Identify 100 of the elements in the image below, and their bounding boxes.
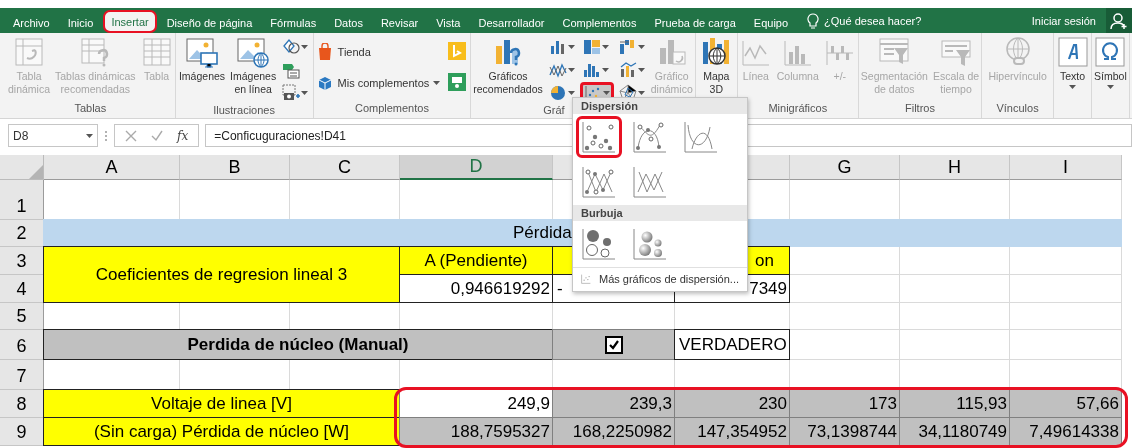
check-icon bbox=[151, 129, 163, 142]
column-header[interactable]: A bbox=[44, 155, 180, 180]
caret-icon bbox=[1069, 85, 1077, 89]
caret-icon bbox=[1106, 85, 1114, 89]
table-icon bbox=[140, 36, 173, 68]
table-cell: (Sin carga) Pérdida de núcleo [W] bbox=[43, 417, 400, 446]
ribbon-tab[interactable]: Revisar bbox=[372, 10, 427, 33]
row-header[interactable]: 8 bbox=[0, 390, 44, 418]
caret-icon bbox=[601, 45, 609, 49]
group-label: Tablas bbox=[74, 102, 107, 116]
row-header[interactable]: 4 bbox=[0, 275, 44, 303]
caret-icon bbox=[601, 68, 609, 72]
row-header[interactable]: 5 bbox=[0, 303, 44, 330]
ribbon-tab[interactable]: Insertar bbox=[103, 10, 157, 33]
row-header[interactable]: 2 bbox=[0, 220, 44, 247]
pie-chart-icon bbox=[548, 84, 567, 102]
group-label: Complementos bbox=[354, 102, 429, 116]
grip-icon bbox=[104, 128, 108, 143]
picture-icon bbox=[185, 36, 219, 68]
table-cell: 168,2250982 bbox=[552, 417, 675, 446]
scatter-markers-icon bbox=[580, 119, 618, 155]
row-header[interactable]: 6 bbox=[0, 330, 44, 360]
column-header[interactable]: G bbox=[790, 155, 900, 180]
group-label: Vínculos bbox=[996, 102, 1039, 116]
caret-icon bbox=[567, 45, 575, 49]
ribbon-button[interactable]: Imágenes en línea bbox=[228, 36, 279, 96]
row-header[interactable]: 9 bbox=[0, 418, 44, 446]
ribbon-button[interactable]: Mis complementos bbox=[313, 71, 443, 95]
person-add-icon bbox=[1110, 11, 1128, 30]
table-cell: 34,1180749 bbox=[899, 417, 1010, 446]
ribbon-button[interactable]: Símbol bbox=[1092, 36, 1129, 89]
ribbon-tab[interactable]: Desarrollador bbox=[470, 10, 553, 33]
bubble-icon bbox=[580, 226, 618, 262]
insert-function-button[interactable]: fx bbox=[177, 128, 189, 143]
column-header[interactable]: D bbox=[400, 155, 553, 180]
caret-icon bbox=[637, 68, 645, 72]
checkmark-icon bbox=[608, 339, 619, 350]
symbol-icon bbox=[1094, 36, 1127, 68]
hierarchy-chart-icon bbox=[582, 38, 601, 56]
ribbon-tab[interactable]: Fórmulas bbox=[262, 10, 325, 33]
bubble-3d-icon bbox=[631, 226, 669, 262]
lightbulb-icon bbox=[807, 12, 820, 29]
column-header[interactable]: B bbox=[180, 155, 290, 180]
smartart-icon bbox=[282, 61, 301, 79]
more-charts-link[interactable]: Más gráficos de dispersión... bbox=[573, 267, 747, 291]
histogram-icon bbox=[582, 61, 601, 79]
sign-in-link[interactable]: Iniciar sesión bbox=[1021, 8, 1106, 33]
pivot-table-icon bbox=[13, 36, 45, 68]
name-box[interactable]: D8 bbox=[8, 124, 98, 147]
picture-globe-icon bbox=[236, 36, 271, 68]
caret-icon bbox=[637, 45, 645, 49]
column-header[interactable]: C bbox=[290, 155, 400, 180]
caret-icon bbox=[301, 45, 309, 49]
straight-lines-icon bbox=[631, 164, 669, 200]
checkbox[interactable] bbox=[604, 335, 623, 354]
ribbon-tab[interactable]: Vista bbox=[428, 10, 469, 33]
group-label: Gráf bbox=[543, 104, 565, 118]
caret-icon bbox=[86, 133, 93, 138]
ribbon-button[interactable]: Imágenes bbox=[176, 36, 228, 83]
ribbon-tab[interactable]: Diseño de página bbox=[158, 10, 261, 33]
tell-me-field[interactable]: ¿Qué desea hacer? bbox=[824, 14, 922, 27]
caret-icon bbox=[301, 91, 309, 95]
row-header[interactable]: 7 bbox=[0, 360, 44, 390]
section-header: Dispersión bbox=[573, 98, 747, 114]
ribbon-tab[interactable]: Complementos bbox=[554, 10, 645, 33]
column-header[interactable]: I bbox=[1010, 155, 1122, 180]
waterfall-chart-icon bbox=[618, 38, 637, 56]
ribbon-tab[interactable]: Inicio bbox=[59, 10, 102, 33]
caret-icon bbox=[433, 81, 441, 85]
table-cell: Coeficientes de regresion lineal 3 bbox=[43, 246, 400, 303]
people-graph-icon bbox=[447, 72, 468, 92]
ribbon-tab[interactable]: Datos bbox=[326, 10, 371, 33]
smooth-lines-icon bbox=[682, 119, 720, 155]
table-cell: VERDADERO bbox=[674, 329, 790, 360]
column-header[interactable]: H bbox=[900, 155, 1010, 180]
combo-chart-icon bbox=[618, 61, 637, 79]
line-chart-icon bbox=[548, 61, 567, 79]
caret-icon bbox=[637, 91, 645, 95]
ribbon-button[interactable]: Tienda bbox=[313, 40, 443, 64]
straight-lines-markers-icon bbox=[580, 164, 618, 200]
row-header[interactable]: 1 bbox=[0, 180, 44, 220]
ribbon-button[interactable]: Texto bbox=[1054, 36, 1091, 89]
caret-icon bbox=[567, 68, 575, 72]
column-chart-icon bbox=[548, 38, 567, 56]
table-cell: Voltaje de linea [V] bbox=[43, 389, 400, 418]
section-header: Burbuja bbox=[573, 205, 747, 221]
ribbon-tab[interactable]: Equipo bbox=[745, 10, 797, 33]
table-cell: 73,1398744 bbox=[789, 417, 900, 446]
chart-type-option[interactable] bbox=[576, 116, 622, 158]
table-cell: 7,49614338 bbox=[1009, 417, 1122, 446]
camera-icon bbox=[282, 84, 301, 102]
cancel-icon bbox=[125, 129, 137, 142]
row-header[interactable]: 3 bbox=[0, 247, 44, 275]
ribbon-tab[interactable]: Prueba de carga bbox=[646, 10, 744, 33]
caret-icon bbox=[602, 91, 610, 95]
text-box-icon bbox=[1056, 36, 1089, 68]
ribbon-tab[interactable]: Archivo bbox=[5, 10, 58, 33]
ribbon-button[interactable]: Gráficos recomendados bbox=[471, 36, 545, 96]
group-label: Minigráficos bbox=[768, 102, 828, 116]
caret-icon bbox=[567, 91, 575, 95]
